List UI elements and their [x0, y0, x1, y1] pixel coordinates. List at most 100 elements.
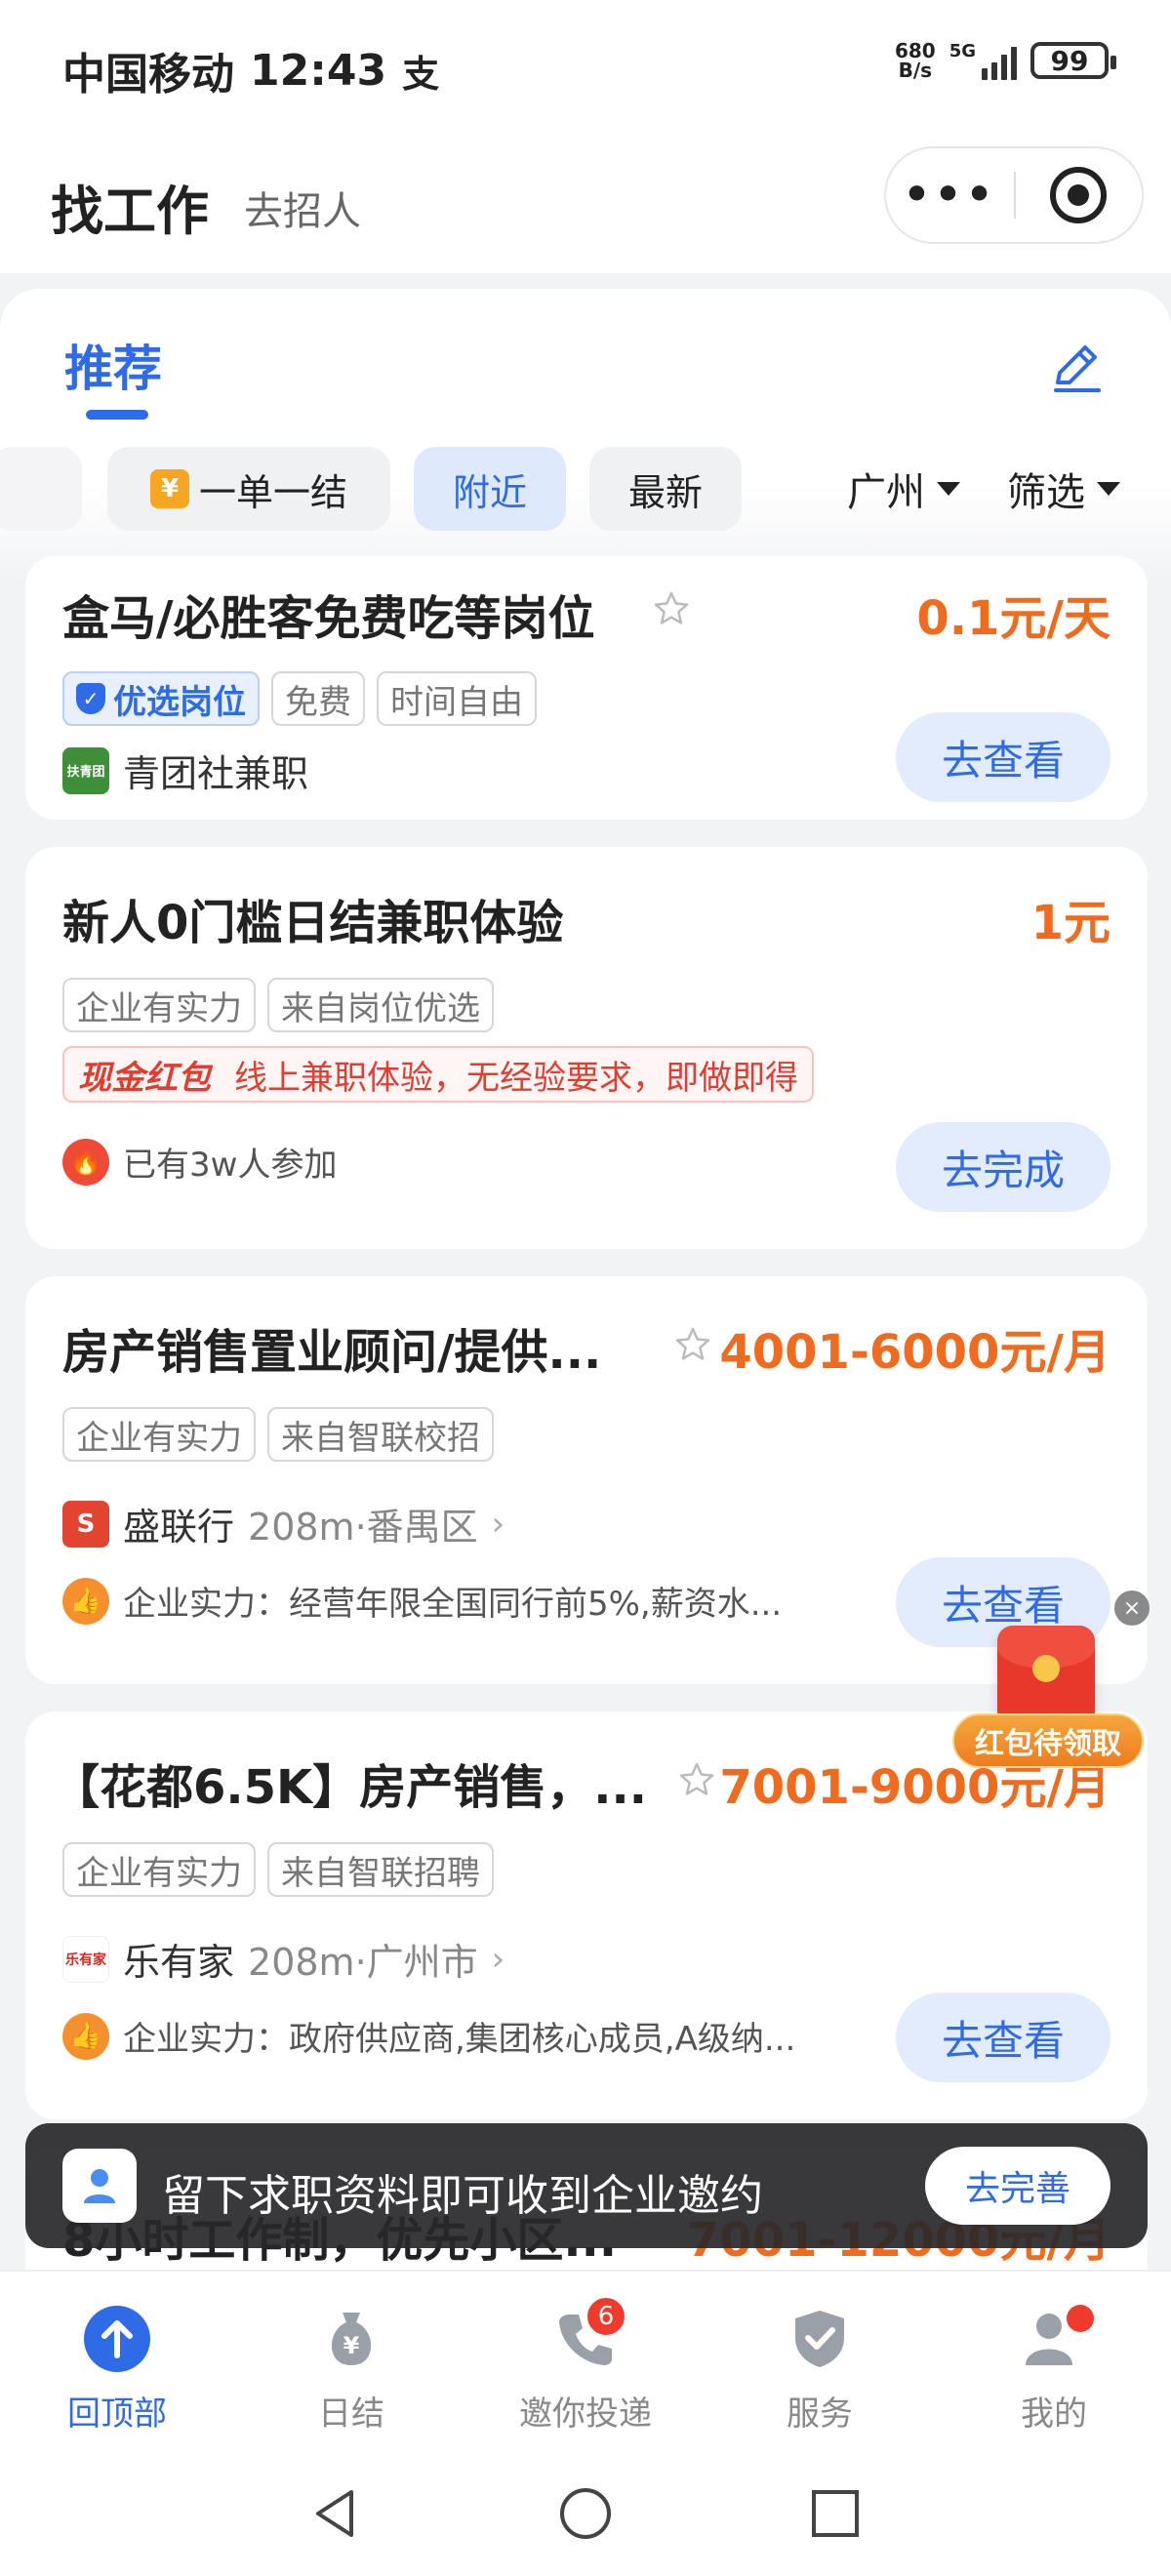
arrow-up-icon: [84, 2306, 150, 2372]
recruit-link[interactable]: 去招人: [244, 180, 361, 236]
notification-dot: [1067, 2305, 1094, 2332]
company-logo: 乐有家: [62, 1935, 109, 1983]
filter-dropdown[interactable]: 筛选: [1007, 447, 1120, 531]
job-tags: 企业有实力 来自智联招聘: [62, 1842, 494, 1897]
job-tag: 免费: [271, 671, 365, 726]
participants-text: 已有3w人参加: [123, 1146, 338, 1185]
company-row: 扶青团 青团社兼职: [62, 744, 308, 797]
network-type: 5G: [949, 41, 976, 61]
company-strength-row: 👍 企业实力：政府供应商,集团核心成员,A级纳...: [62, 2012, 795, 2060]
job-card[interactable]: 房产销售置业顾问/提供... 4001-6000元/月 企业有实力 来自智联校招…: [25, 1276, 1148, 1684]
red-envelope-icon[interactable]: [997, 1626, 1095, 1727]
red-envelope-label[interactable]: 红包待领取: [952, 1713, 1144, 1768]
job-title: 【花都6.5K】房产销售，...: [53, 1760, 647, 1815]
company-row[interactable]: S 盛联行 208m·番禺区 ›: [62, 1497, 505, 1550]
cash-bonus-banner: 现金红包 线上兼职体验，无经验要求，即做即得: [62, 1046, 814, 1103]
job-tag: 企业有实力: [62, 1407, 256, 1462]
company-name: 青团社兼职: [123, 752, 309, 795]
user-icon: [84, 2169, 115, 2203]
tab-daily-pay[interactable]: ¥ 日结: [254, 2305, 449, 2435]
job-title: 盒马/必胜客免费吃等岗位: [62, 591, 595, 646]
clock: 12:43: [250, 45, 387, 96]
job-tag: 时间自由: [377, 671, 537, 726]
job-tags: ✓ 优选岗位 免费 时间自由: [62, 671, 537, 726]
premium-tag: ✓ 优选岗位: [62, 671, 260, 726]
banner-text: 留下求职资料即可收到企业邀约: [162, 2171, 763, 2221]
phone-icon: 6: [551, 2295, 627, 2373]
tab-label: 回顶部: [67, 2395, 167, 2434]
system-nav-bar: [0, 2455, 1171, 2576]
close-icon[interactable]: ×: [1114, 1590, 1150, 1626]
cash-bonus-text: 线上兼职体验，无经验要求，即做即得: [234, 1058, 798, 1098]
filter-chip-nearby[interactable]: 附近: [414, 447, 566, 531]
edit-icon[interactable]: [1048, 338, 1107, 396]
favorite-star-icon[interactable]: [652, 589, 691, 628]
signal-icon: 5G: [949, 41, 1017, 80]
filter-bar: ¥ 一单一结 附近 最新 广州 筛选: [0, 447, 1171, 531]
back-icon[interactable]: [306, 2484, 365, 2543]
net-speed-value: 680: [894, 39, 936, 62]
avatar: [62, 2149, 137, 2223]
battery-icon: 99: [1030, 42, 1116, 79]
tab-label: 日结: [318, 2395, 384, 2434]
filter-chip-label: 附近: [452, 470, 527, 514]
notification-badge: 6: [585, 2295, 627, 2338]
tab-back-to-top[interactable]: 回顶部: [20, 2305, 215, 2435]
job-card[interactable]: 盒马/必胜客免费吃等岗位 0.1元/天 ✓ 优选岗位 免费 时间自由 扶青团 青…: [25, 556, 1148, 820]
company-row[interactable]: 乐有家 乐有家 208m·广州市 ›: [62, 1932, 505, 1986]
page-title[interactable]: 找工作: [51, 168, 209, 245]
top-nav: 找工作 去招人 •••: [0, 146, 1171, 273]
tab-label: 服务: [787, 2395, 853, 2434]
status-left: 中国移动 12:43 支: [62, 39, 439, 101]
tab-recommend[interactable]: 推荐: [64, 330, 162, 400]
filter-chip-latest[interactable]: 最新: [589, 447, 742, 531]
tab-services[interactable]: 服务: [722, 2305, 917, 2435]
svg-text:¥: ¥: [343, 2332, 360, 2359]
job-card[interactable]: 新人0门槛日结兼职体验 1元 企业有实力 来自岗位优选 现金红包 线上兼职体验，…: [25, 847, 1148, 1249]
shield-check-icon: [795, 2311, 844, 2367]
filter-chip-label: 最新: [627, 470, 703, 514]
company-name: 盛联行: [123, 1506, 235, 1549]
net-speed-unit: B/s: [898, 59, 933, 82]
favorite-star-icon[interactable]: [677, 1760, 716, 1799]
filter-chip-per-order[interactable]: ¥ 一单一结: [107, 447, 390, 531]
tab-invitations[interactable]: 6 邀你投递: [488, 2295, 683, 2435]
net-speed: 680 B/s: [895, 41, 936, 80]
recents-icon[interactable]: [806, 2484, 865, 2543]
home-icon[interactable]: [556, 2484, 615, 2543]
thumbs-up-icon: 👍: [62, 1577, 109, 1625]
money-bag-icon: ¥: [331, 2313, 372, 2365]
job-tag: 企业有实力: [62, 1842, 256, 1897]
participants-row: 🔥 已有3w人参加: [62, 1138, 337, 1186]
complete-task-button[interactable]: 去完成: [896, 1122, 1110, 1212]
miniapp-capsule: •••: [884, 146, 1144, 244]
filter-chip-partial[interactable]: [0, 447, 82, 531]
job-tag: 企业有实力: [62, 978, 256, 1032]
job-tags: 企业有实力 来自智联校招: [62, 1407, 494, 1462]
tab-label: 我的: [1021, 2395, 1087, 2434]
company-strength-text: 企业实力：经营年限全国同行前5%,薪资水...: [123, 1585, 783, 1624]
favorite-star-icon[interactable]: [673, 1325, 712, 1364]
view-job-button[interactable]: 去查看: [896, 712, 1110, 802]
job-card[interactable]: 【花都6.5K】房产销售，... 7001-9000元/月 企业有实力 来自智联…: [25, 1711, 1148, 2119]
profile-prompt-banner: 留下求职资料即可收到企业邀约 去完善: [25, 2123, 1148, 2248]
job-tag: 来自智联校招: [267, 1407, 494, 1462]
tab-mine[interactable]: 我的: [956, 2305, 1151, 2435]
bottom-tab-bar: 回顶部 ¥ 日结 6 邀你投递 服务 我的: [0, 2270, 1171, 2455]
job-tags: 企业有实力 来自岗位优选: [62, 978, 494, 1032]
complete-profile-button[interactable]: 去完善: [925, 2147, 1110, 2225]
envelope-seal: [1032, 1655, 1060, 1682]
view-job-button[interactable]: 去查看: [896, 1992, 1110, 2082]
company-distance: 208m·番禺区: [248, 1506, 478, 1549]
fire-icon: 🔥: [62, 1138, 109, 1186]
target-icon: [1050, 167, 1108, 223]
chevron-right-icon: ›: [491, 1939, 505, 1979]
status-bar: 中国移动 12:43 支 680 B/s 5G 99: [0, 0, 1171, 146]
job-salary: 1元: [1030, 896, 1110, 950]
job-title: 房产销售置业顾问/提供...: [62, 1325, 602, 1380]
premium-tag-label: 优选岗位: [113, 682, 246, 722]
caret-down-icon: [937, 482, 960, 496]
city-dropdown[interactable]: 广州: [847, 447, 960, 531]
close-miniapp-button[interactable]: [1016, 167, 1142, 223]
more-icon[interactable]: •••: [886, 174, 1014, 217]
